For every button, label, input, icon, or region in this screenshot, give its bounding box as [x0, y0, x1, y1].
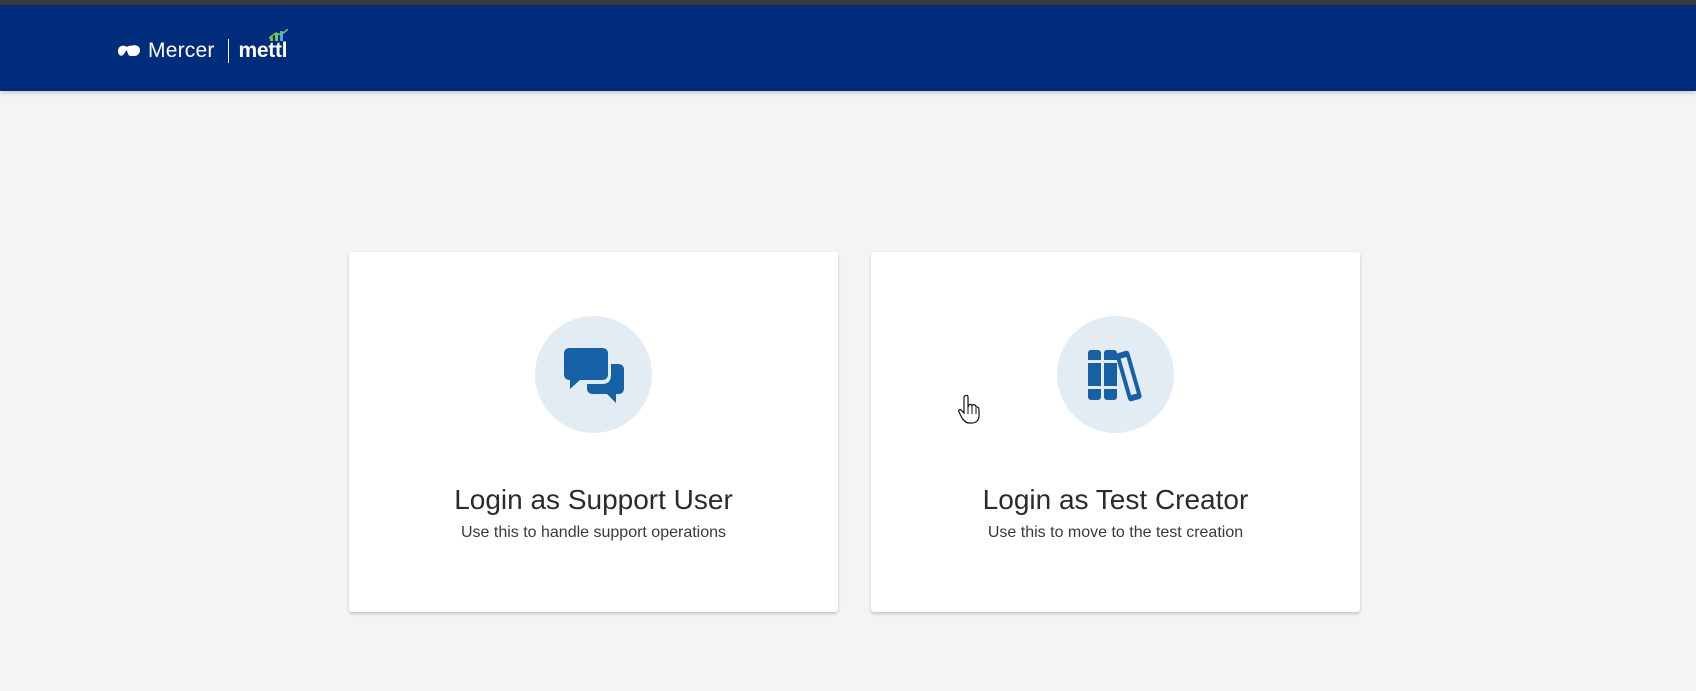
card-subtitle: Use this to handle support operations	[460, 524, 727, 541]
card-subtitle: Use this to move to the test creation	[987, 524, 1244, 541]
test-creator-card[interactable]: Login as Test Creator Use this to move t…	[871, 252, 1360, 612]
brand-name-secondary-text: mettl	[238, 39, 288, 62]
support-user-card[interactable]: Login as Support User Use this to handle…	[349, 252, 838, 612]
card-title: Login as Test Creator	[982, 484, 1249, 515]
brand-name-secondary: mettl	[238, 29, 289, 63]
app-header: Mercer mettl	[0, 5, 1696, 91]
login-options: Login as Support User Use this to handle…	[349, 252, 1360, 612]
books-icon	[1087, 349, 1142, 401]
mettl-bars-icon	[268, 29, 289, 41]
chat-bubbles-icon	[563, 347, 624, 403]
brand-name-primary: Mercer	[148, 39, 215, 62]
hand-cursor-icon	[958, 394, 980, 424]
icon-circle	[1057, 316, 1174, 433]
brand-divider	[227, 39, 229, 63]
mercer-logo-icon	[118, 45, 141, 57]
card-title: Login as Support User	[454, 484, 733, 515]
brand-logo[interactable]: Mercer mettl	[116, 29, 289, 67]
icon-circle	[535, 316, 652, 433]
